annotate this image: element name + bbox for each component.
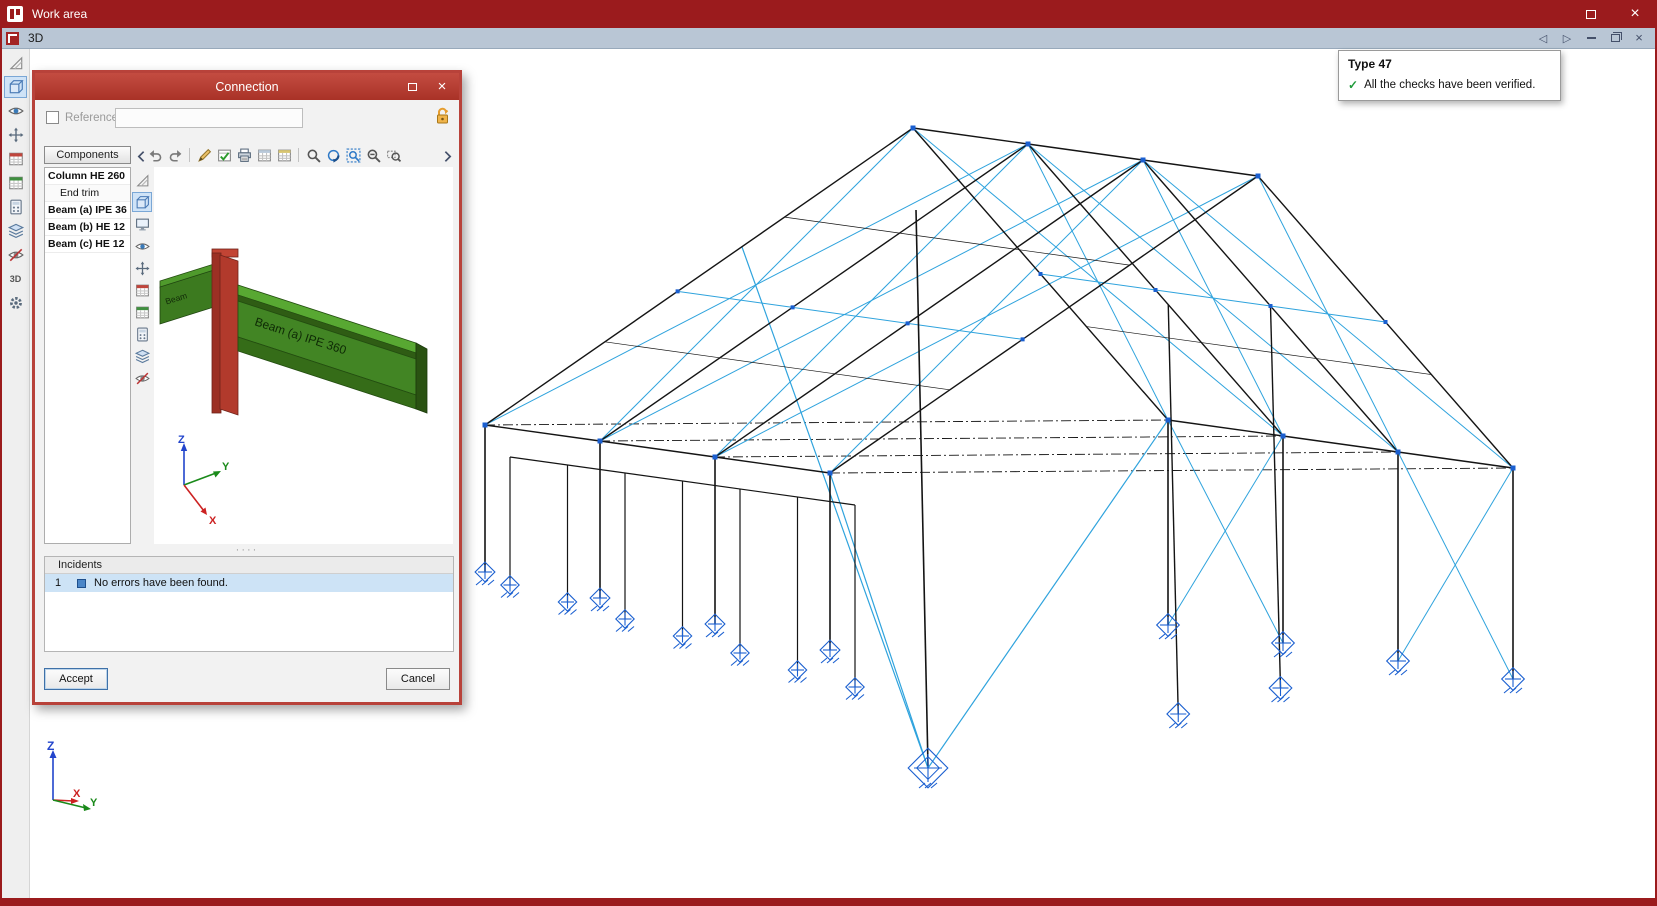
toolbar-separator (298, 148, 299, 162)
zoom-extents-icon[interactable] (344, 146, 362, 164)
report-red-icon[interactable] (4, 148, 27, 170)
components-tab[interactable]: Components (44, 146, 131, 164)
tooltip-message: All the checks have been verified. (1364, 79, 1536, 91)
window-border-bottom (0, 898, 1657, 906)
triangle-ruler-icon[interactable] (133, 171, 151, 189)
lock-icon[interactable] (435, 107, 450, 125)
incidents-header: Incidents (45, 557, 453, 574)
incidents-panel: Incidents 1 No errors have been found. (44, 556, 454, 652)
cube-3d-icon[interactable] (132, 192, 152, 212)
dialog-maximize-button[interactable] (399, 76, 425, 98)
preview-axis-triad: Z Y X (178, 434, 230, 527)
axis-y-label: Y (90, 797, 98, 809)
axis-x-label: X (209, 515, 217, 527)
maximize-icon (407, 82, 417, 91)
check-report-icon[interactable] (215, 146, 233, 164)
close-button[interactable]: × (1613, 0, 1657, 28)
report-red-icon[interactable] (133, 281, 151, 299)
connection-3d-preview[interactable]: Beam Beam (a) IPE 360 Z Y X (154, 167, 453, 544)
view-tabbar: 3D ◁ ▷ × (0, 28, 1657, 49)
minimize-icon (1586, 37, 1596, 39)
calc-icon[interactable] (4, 196, 27, 218)
minimize-view-button[interactable] (1585, 37, 1597, 39)
verification-tooltip: Type 47 ✓ All the checks have been verif… (1338, 50, 1561, 101)
check-icon: ✓ (1348, 78, 1359, 92)
connection-model: Beam Beam (a) IPE 360 Z Y X (159, 248, 428, 527)
reference-checkbox[interactable] (46, 111, 59, 124)
expand-arrow-icon[interactable] (438, 147, 456, 165)
axis-z-label: Z (178, 434, 185, 446)
tab-3d[interactable]: 3D (28, 31, 43, 45)
report-green-icon[interactable] (133, 303, 151, 321)
redo-icon[interactable] (166, 146, 184, 164)
orbit-icon[interactable] (324, 146, 342, 164)
accept-button[interactable]: Accept (44, 668, 108, 690)
component-item-end-trim[interactable]: End trim (45, 185, 130, 202)
component-item-beam-a[interactable]: Beam (a) IPE 36 (45, 202, 130, 219)
tooltip-title: Type 47 (1348, 57, 1392, 71)
export-table-icon[interactable] (275, 146, 293, 164)
incident-info-icon (77, 578, 86, 588)
maximize-button[interactable] (1569, 0, 1613, 28)
view-3d-icon[interactable]: 3D (4, 268, 27, 290)
pan-icon[interactable] (4, 124, 27, 146)
connection-dialog: Connection × Reference Components Column… (32, 70, 462, 705)
view-controls: ◁ ▷ × (1537, 31, 1645, 45)
visibility-off-icon[interactable] (4, 244, 27, 266)
cancel-button[interactable]: Cancel (386, 668, 450, 690)
app-logo-icon (7, 6, 23, 22)
visibility-off-icon[interactable] (133, 369, 151, 387)
next-view-button[interactable]: ▷ (1561, 32, 1573, 45)
gear-icon[interactable] (4, 292, 27, 314)
incident-row[interactable]: 1 No errors have been found. (45, 574, 453, 592)
component-item-column[interactable]: Column HE 260 (45, 168, 130, 185)
window-controls: × (1569, 0, 1657, 28)
reference-input[interactable] (115, 108, 303, 128)
component-item-beam-c[interactable]: Beam (c) HE 12 (45, 236, 130, 253)
pencil-icon[interactable] (195, 146, 213, 164)
prev-view-button[interactable]: ◁ (1537, 32, 1549, 45)
components-list: Column HE 260 End trim Beam (a) IPE 36 B… (44, 167, 131, 544)
reference-label: Reference (65, 112, 119, 124)
toolbar-separator (189, 148, 190, 162)
layers-icon[interactable] (133, 347, 151, 365)
cube-3d-icon[interactable] (4, 76, 27, 98)
titlebar: Work area × (0, 0, 1657, 28)
zoom-window-icon[interactable] (384, 146, 402, 164)
component-item-beam-b[interactable]: Beam (b) HE 12 (45, 219, 130, 236)
dialog-title: Connection (215, 79, 279, 94)
report-icon[interactable] (255, 146, 273, 164)
axis-z-label: Z (47, 739, 54, 753)
maximize-icon (1586, 9, 1596, 19)
view-tab-icon (6, 31, 19, 45)
zoom-out-icon[interactable] (364, 146, 382, 164)
eye-icon[interactable] (133, 237, 151, 255)
preview-toolbar (132, 171, 152, 387)
layers-icon[interactable] (4, 220, 27, 242)
pan-icon[interactable] (133, 259, 151, 277)
print-icon[interactable] (235, 146, 253, 164)
dialog-close-button[interactable]: × (429, 76, 455, 98)
window-title: Work area (32, 7, 88, 21)
calc-icon[interactable] (133, 325, 151, 343)
axis-y-label: Y (222, 461, 230, 473)
triangle-ruler-icon[interactable] (4, 52, 27, 74)
main-left-toolbar: 3D (2, 49, 30, 898)
window-border-left (0, 28, 2, 906)
undo-icon[interactable] (146, 146, 164, 164)
incident-message: No errors have been found. (94, 577, 228, 589)
close-view-button[interactable]: × (1633, 31, 1645, 44)
monitor-icon[interactable] (133, 215, 151, 233)
eye-icon[interactable] (4, 100, 27, 122)
dialog-toolbar (146, 145, 402, 165)
restore-view-button[interactable] (1609, 32, 1622, 42)
search-icon[interactable] (304, 146, 322, 164)
dialog-titlebar[interactable]: Connection × (35, 73, 459, 100)
dialog-body: Reference Components Column HE 260 End t… (35, 100, 459, 701)
report-green-icon[interactable] (4, 172, 27, 194)
axis-x-label: X (73, 788, 81, 800)
incident-index: 1 (54, 577, 62, 589)
resize-grip[interactable]: ···· (35, 545, 459, 556)
restore-icon (1610, 32, 1622, 42)
